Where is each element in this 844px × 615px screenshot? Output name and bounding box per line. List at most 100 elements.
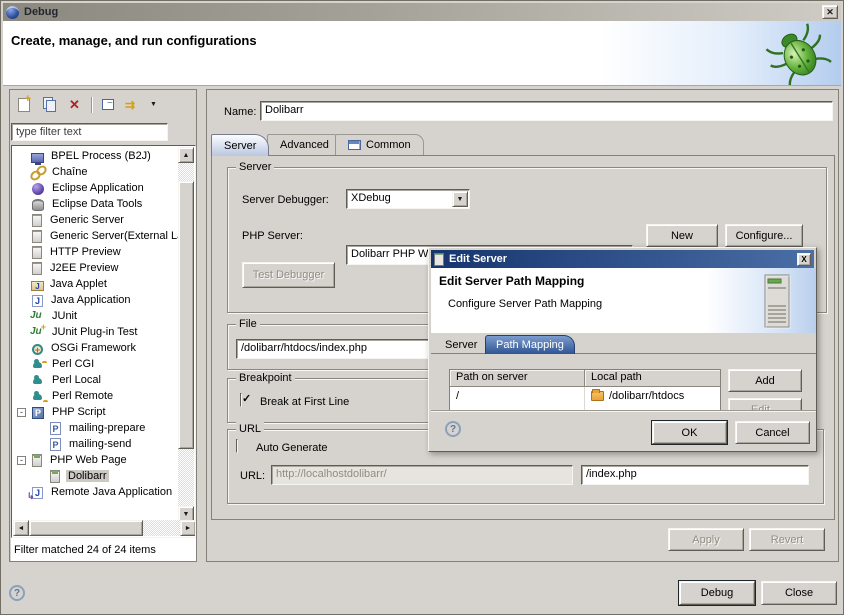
- tree-horizontal-scrollbar[interactable]: ◄ ►: [13, 520, 196, 536]
- tree-item-generic-server-external-la[interactable]: Generic Server(External La: [13, 228, 179, 244]
- server-icon: [32, 214, 42, 227]
- server-debugger-combo[interactable]: XDebug ▼: [346, 189, 470, 209]
- tree-item-cha-ne[interactable]: Chaîne: [13, 164, 179, 180]
- url-group-title: URL: [236, 422, 264, 436]
- server-path-cell[interactable]: /: [450, 387, 585, 405]
- tree-vertical-scrollbar[interactable]: ▲ ▼: [178, 147, 194, 522]
- vertical-scroll-thumb[interactable]: [178, 181, 194, 449]
- edit-server-footer: ? OK Cancel: [431, 410, 816, 451]
- tree-item-bpel-process-b2j-[interactable]: BPEL Process (B2J): [13, 148, 179, 164]
- horizontal-scroll-thumb[interactable]: [29, 520, 143, 536]
- tree-item-perl-local[interactable]: Perl Local: [13, 372, 179, 388]
- tree-item-mailing-prepare[interactable]: Pmailing-prepare: [13, 420, 179, 436]
- tree-item-label: Generic Server(External La: [48, 230, 179, 242]
- tree-item-label: Remote Java Application: [49, 486, 174, 498]
- edit-server-titlebar[interactable]: Edit Server X: [431, 250, 814, 268]
- server-icon: [434, 253, 444, 266]
- cancel-button[interactable]: Cancel: [735, 421, 810, 444]
- scroll-up-icon[interactable]: ▲: [178, 147, 194, 163]
- ok-button[interactable]: OK: [652, 421, 727, 444]
- auto-generate-checkbox[interactable]: [236, 439, 238, 453]
- php-file-icon: P: [50, 422, 61, 435]
- tab-advanced[interactable]: Advanced: [267, 134, 342, 155]
- local-path-cell[interactable]: /dolibarr/htdocs: [585, 387, 720, 405]
- edit-server-subheading: Configure Server Path Mapping: [448, 298, 602, 310]
- junit-plugin-icon: Ju: [30, 324, 46, 340]
- collapse-toggle-icon[interactable]: -: [17, 456, 26, 465]
- tree-item-label: Eclipse Application: [50, 182, 146, 194]
- tree-item-label: PHP Web Page: [48, 454, 129, 466]
- server-icon: [32, 230, 42, 243]
- break-first-line-checkbox[interactable]: [240, 393, 242, 407]
- eclipse-app-icon: [32, 183, 44, 195]
- tree-item-label: HTTP Preview: [48, 246, 123, 258]
- scroll-right-icon[interactable]: ►: [180, 520, 196, 536]
- url-path-input[interactable]: /index.php: [581, 465, 809, 485]
- collapse-toggle-icon[interactable]: -: [17, 408, 26, 417]
- tab-common[interactable]: Common: [335, 134, 424, 155]
- tree-item-label: mailing-send: [67, 438, 133, 450]
- edit-server-close-button[interactable]: X: [797, 253, 811, 266]
- chevron-down-icon[interactable]: ▼: [452, 191, 468, 207]
- auto-generate-label: Auto Generate: [256, 442, 328, 454]
- duplicate-configuration-icon[interactable]: [41, 97, 58, 113]
- tree-item-dolibarr[interactable]: Dolibarr: [13, 468, 179, 484]
- tree-item-eclipse-data-tools[interactable]: Eclipse Data Tools: [13, 196, 179, 212]
- scroll-track: [143, 520, 180, 536]
- window-titlebar[interactable]: Debug ✕: [3, 3, 841, 21]
- tree-item-eclipse-application[interactable]: Eclipse Application: [13, 180, 179, 196]
- scroll-left-icon[interactable]: ◄: [13, 520, 29, 536]
- tree-item-j2ee-preview[interactable]: J2EE Preview: [13, 260, 179, 276]
- tree-item-php-script[interactable]: -PPHP Script: [13, 404, 179, 420]
- tree-item-remote-java-application[interactable]: J Remote Java Application: [13, 484, 179, 500]
- tab-server-settings[interactable]: Server: [435, 335, 487, 354]
- filter-configurations-icon[interactable]: ⇉: [125, 97, 142, 113]
- tree-item-php-web-page[interactable]: - PHP Web Page: [13, 452, 179, 468]
- tab-path-mapping[interactable]: Path Mapping: [485, 335, 575, 354]
- help-icon[interactable]: ?: [9, 585, 25, 601]
- edit-server-title: Edit Server: [449, 253, 507, 265]
- sidebar-toolbar: ✕ ⇉ ▼: [12, 92, 167, 118]
- tree-item-java-applet[interactable]: JJava Applet: [13, 276, 179, 292]
- apply-button[interactable]: Apply: [668, 528, 744, 551]
- remote-java-icon: J: [32, 487, 43, 499]
- name-input[interactable]: Dolibarr: [260, 101, 833, 121]
- tree-item-osgi-framework[interactable]: OSGi Framework: [13, 340, 179, 356]
- tree-item-http-preview[interactable]: HTTP Preview: [13, 244, 179, 260]
- delete-configuration-icon[interactable]: ✕: [66, 97, 83, 113]
- toolbar-separator: [91, 97, 92, 113]
- configure-server-button[interactable]: Configure...: [725, 224, 803, 247]
- collapse-all-icon[interactable]: [100, 97, 117, 113]
- table-row[interactable]: //dolibarr/htdocs: [450, 387, 720, 405]
- filter-input[interactable]: type filter text: [11, 123, 168, 141]
- tree-item-perl-cgi[interactable]: Perl CGI: [13, 356, 179, 372]
- tree-item-junit[interactable]: JuJUnit: [13, 308, 179, 324]
- url-label: URL:: [240, 470, 265, 482]
- tree-item-generic-server[interactable]: Generic Server: [13, 212, 179, 228]
- dialog-help-icon[interactable]: ?: [445, 421, 461, 437]
- revert-button[interactable]: Revert: [749, 528, 825, 551]
- tree-item-mailing-send[interactable]: Pmailing-send: [13, 436, 179, 452]
- new-configuration-icon[interactable]: [16, 97, 33, 113]
- new-server-button[interactable]: New: [646, 224, 718, 247]
- debug-button[interactable]: Debug: [679, 581, 755, 605]
- window-close-button[interactable]: ✕: [822, 5, 838, 19]
- file-group-title: File: [236, 317, 260, 331]
- add-mapping-button[interactable]: Add: [728, 369, 802, 392]
- edit-server-tabs: Server Path Mapping: [431, 333, 816, 354]
- tree-item-perl-remote[interactable]: Perl Remote: [13, 388, 179, 404]
- php-file-icon: P: [50, 438, 61, 451]
- server-debugger-label: Server Debugger:: [242, 194, 329, 206]
- tab-server[interactable]: Server: [211, 134, 269, 156]
- scroll-track: [178, 163, 194, 181]
- php-icon: P: [32, 407, 44, 419]
- test-debugger-button[interactable]: Test Debugger: [242, 262, 335, 288]
- close-button[interactable]: Close: [761, 581, 837, 605]
- configurations-sidebar: ✕ ⇉ ▼ type filter text BPEL Process (B2J…: [9, 89, 197, 562]
- tree-item-junit-plug-in-test[interactable]: JuJUnit Plug-in Test: [13, 324, 179, 340]
- view-menu-icon[interactable]: ▼: [150, 97, 167, 113]
- database-icon: [32, 199, 44, 211]
- column-path-on-server[interactable]: Path on server: [450, 370, 585, 387]
- tree-item-java-application[interactable]: JJava Application: [13, 292, 179, 308]
- column-local-path[interactable]: Local path: [585, 370, 720, 387]
